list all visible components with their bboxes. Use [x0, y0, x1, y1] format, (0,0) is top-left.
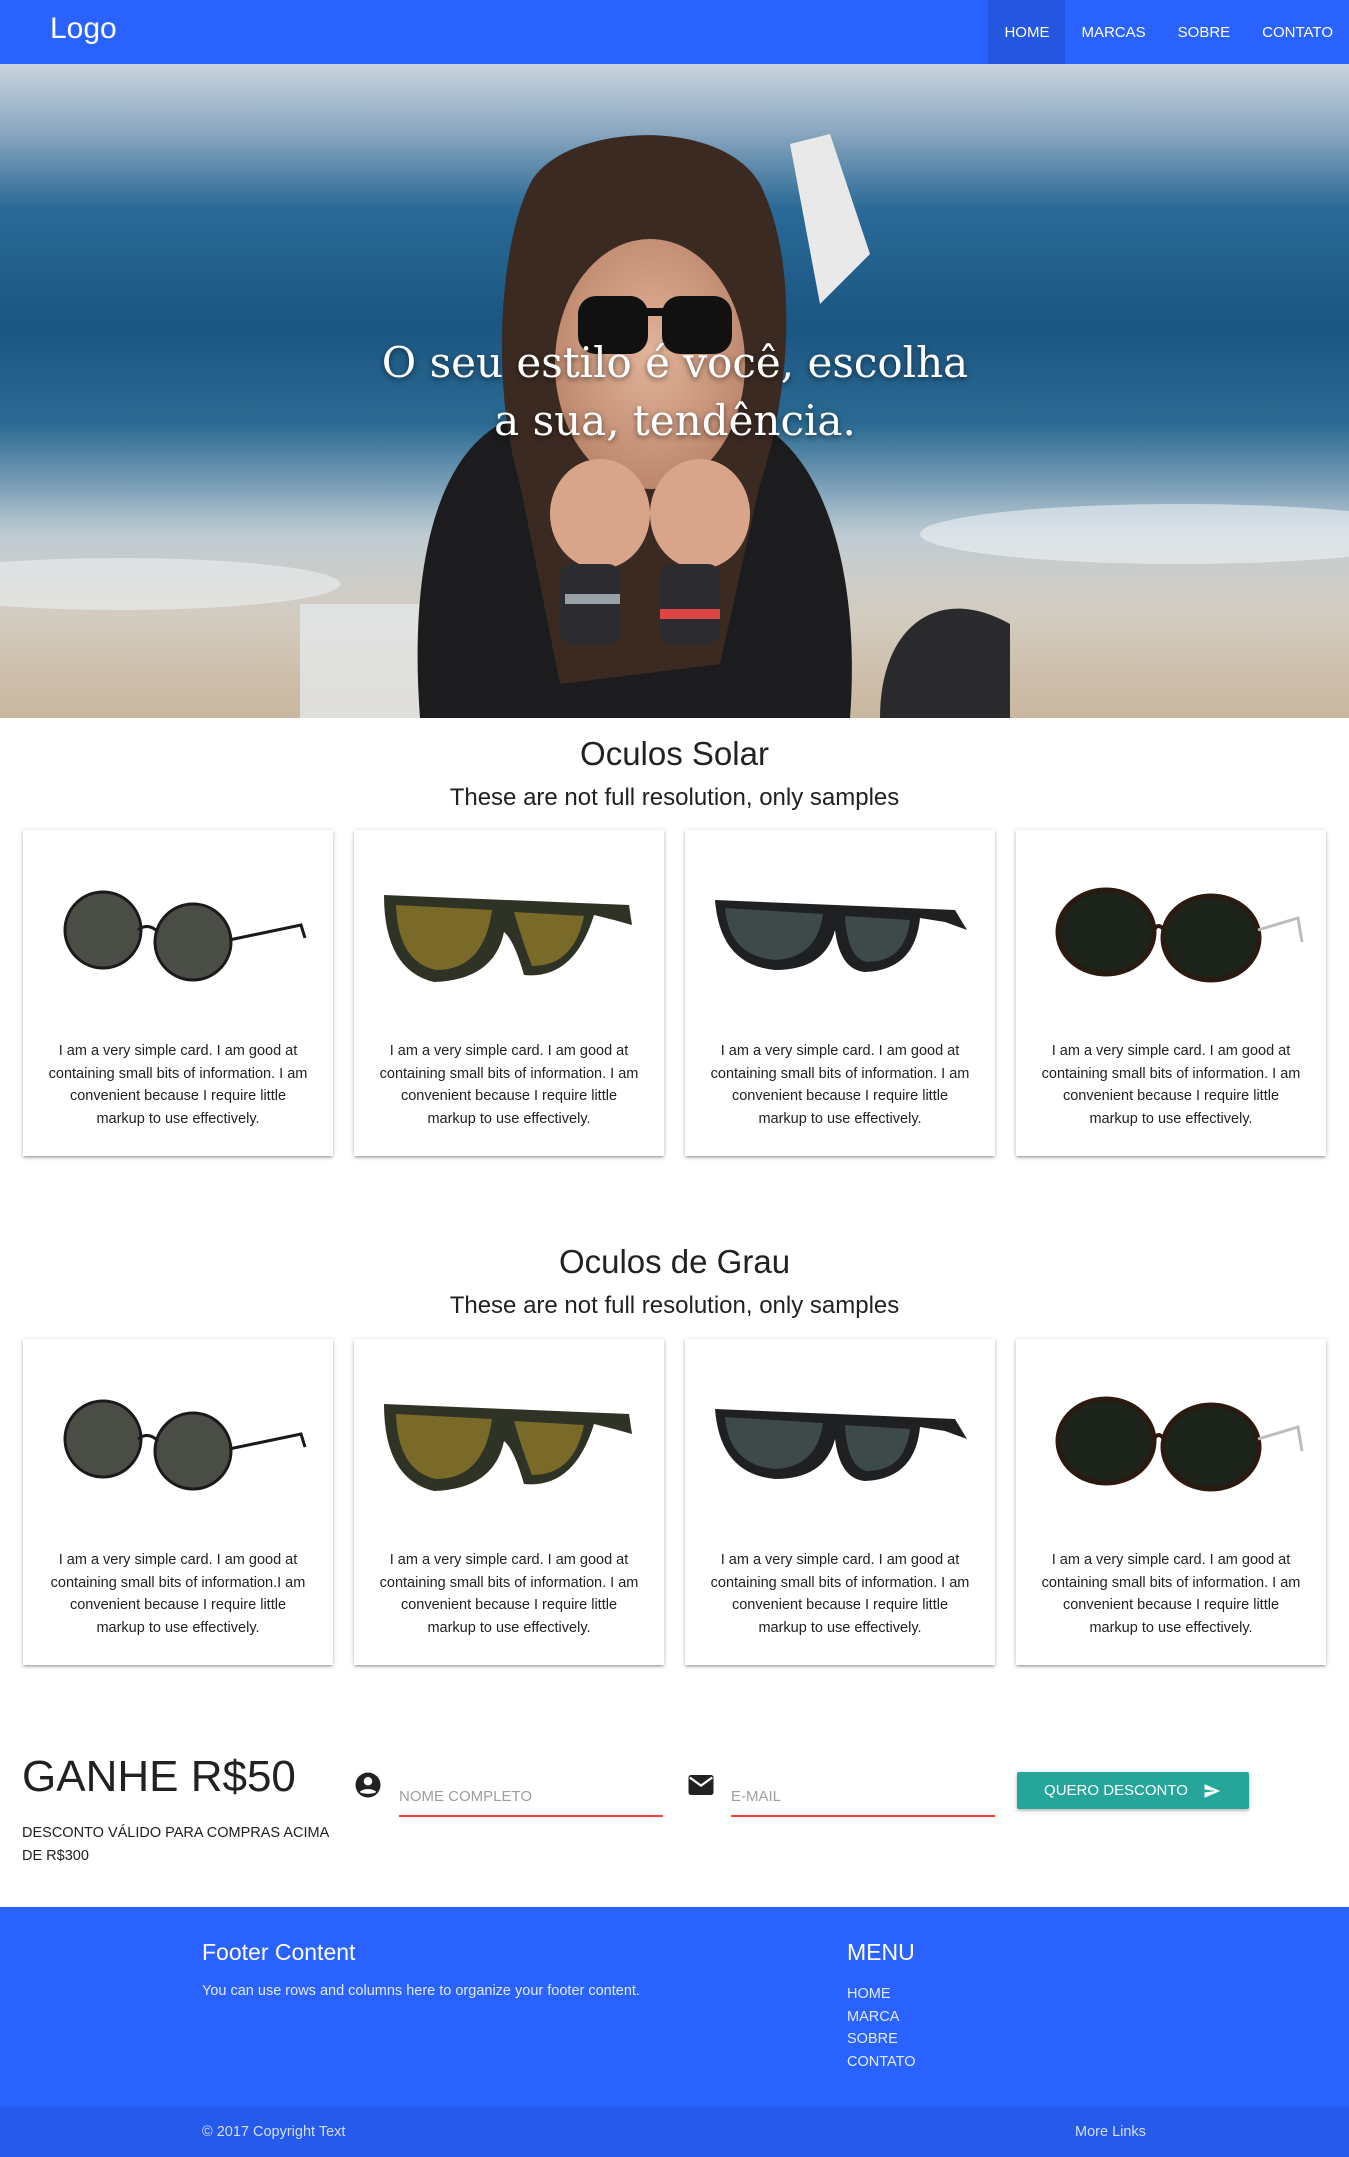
footer-title: Footer Content [202, 1939, 356, 1965]
footer-text: You can use rows and columns here to org… [202, 1983, 640, 1999]
footer-copyright-bar: © 2017 Copyright Text More Links [0, 2107, 1349, 2157]
round-glasses-image [63, 1399, 307, 1491]
footer-link-marca[interactable]: MARCA [847, 2006, 915, 2029]
round-sunglasses-image [63, 890, 307, 982]
nav-home-link[interactable]: HOME [988, 0, 1066, 64]
card-text: I am a very simple card. I am good at co… [379, 1552, 639, 1636]
product-card[interactable]: I am a very simple card. I am good at co… [23, 830, 333, 1156]
sport-sunglasses-image [384, 895, 632, 982]
footer: Footer Content You can use rows and colu… [0, 1907, 1349, 2157]
footer-link-sobre[interactable]: SOBRE [847, 2028, 915, 2051]
hero-title: O seu estilo é você, escolha a sua, tend… [381, 338, 969, 445]
nav-sobre-link[interactable]: SOBRE [1162, 0, 1247, 64]
nav-marcas-link[interactable]: MARCAS [1065, 0, 1161, 64]
product-card[interactable]: I am a very simple card. I am good at co… [685, 830, 995, 1156]
product-card[interactable]: I am a very simple card. I am good at co… [685, 1339, 995, 1665]
wayfarer-glasses-image [715, 1409, 967, 1481]
sport-glasses-image [384, 1404, 632, 1491]
footer-link-home[interactable]: HOME [847, 1983, 915, 2006]
get-discount-label: QUERO DESCONTO [1044, 1782, 1188, 1799]
account-circle-icon [355, 1772, 381, 1798]
send-icon [1204, 1783, 1221, 1798]
card-text: I am a very simple card. I am good at co… [379, 1043, 639, 1127]
hero-banner: O seu estilo é você, escolha a sua, tend… [0, 64, 1349, 718]
top-navbar: Logo HOME MARCAS SOBRE CONTATO [0, 0, 1349, 64]
footer-menu: HOME MARCA SOBRE CONTATO [847, 1983, 915, 2073]
wayfarer-sunglasses-image [715, 900, 967, 972]
section-title-solar: Oculos Solar [580, 735, 769, 772]
logo[interactable]: Logo [50, 12, 117, 46]
cat-eye-sunglasses-image [1055, 887, 1304, 983]
product-card[interactable]: I am a very simple card. I am good at co… [354, 1339, 664, 1665]
card-text: I am a very simple card. I am good at co… [48, 1043, 308, 1127]
email-icon [688, 1775, 714, 1795]
product-card[interactable]: I am a very simple card. I am good at co… [1016, 830, 1326, 1156]
footer-link-contato[interactable]: CONTATO [847, 2051, 915, 2074]
card-text: I am a very simple card. I am good at co… [50, 1552, 306, 1636]
nav-links: HOME MARCAS SOBRE CONTATO [988, 0, 1349, 64]
get-discount-button[interactable]: QUERO DESCONTO [1017, 1772, 1249, 1809]
card-text: I am a very simple card. I am good at co… [1041, 1552, 1301, 1636]
email-input[interactable] [731, 1777, 995, 1817]
card-text: I am a very simple card. I am good at co… [710, 1552, 970, 1636]
section-subtitle-grau: These are not full resolution, only samp… [449, 1292, 900, 1319]
product-card[interactable]: I am a very simple card. I am good at co… [23, 1339, 333, 1665]
promo-description: DESCONTO VÁLIDO PARA COMPRAS ACIMA DE R$… [22, 1825, 329, 1864]
card-text: I am a very simple card. I am good at co… [1041, 1043, 1301, 1127]
card-text: I am a very simple card. I am good at co… [710, 1043, 970, 1127]
nav-contato-link[interactable]: CONTATO [1246, 0, 1349, 64]
full-name-input[interactable] [399, 1777, 663, 1817]
product-card[interactable]: I am a very simple card. I am good at co… [354, 830, 664, 1156]
cat-eye-glasses-image [1055, 1396, 1304, 1492]
section-title-grau: Oculos de Grau [558, 1243, 791, 1280]
copyright-text: © 2017 Copyright Text [202, 2124, 346, 2140]
promo-title: GANHE R$50 [22, 1752, 296, 1801]
footer-menu-title: MENU [847, 1939, 915, 1965]
product-card[interactable]: I am a very simple card. I am good at co… [1016, 1339, 1326, 1665]
section-subtitle-solar: These are not full resolution, only samp… [449, 784, 900, 811]
more-links-link[interactable]: More Links [1075, 2124, 1146, 2140]
